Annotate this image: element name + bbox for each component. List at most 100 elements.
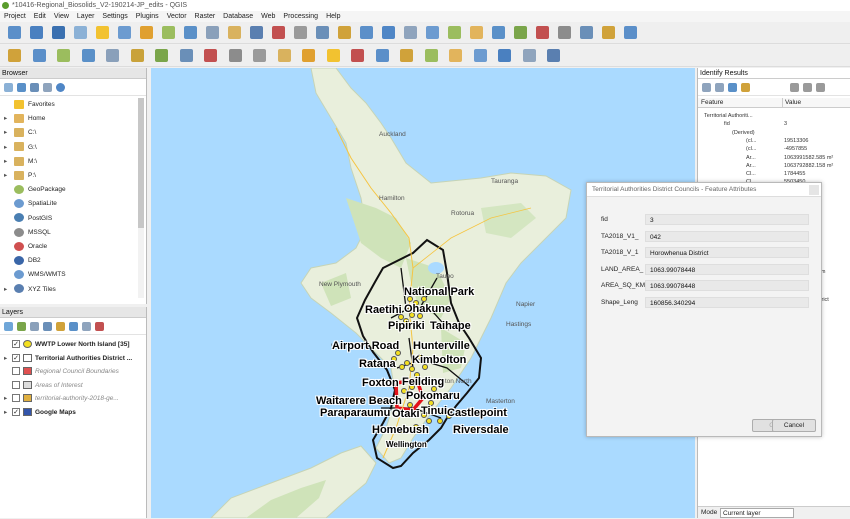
layer-visibility-checkbox[interactable] xyxy=(12,394,20,403)
toolbar-tool-icon[interactable] xyxy=(106,49,119,62)
browser-scrollbar[interactable] xyxy=(138,98,144,298)
toolbar-tool-icon[interactable] xyxy=(473,49,487,62)
expand-arrow-icon[interactable]: ▸ xyxy=(4,126,14,139)
collapse-all-layers-icon[interactable] xyxy=(82,322,91,331)
wwtp-point[interactable] xyxy=(409,366,415,372)
browser-item[interactable]: GeoPackage xyxy=(4,183,66,196)
filter-icon[interactable] xyxy=(30,83,39,92)
toolbar-tool-icon[interactable] xyxy=(8,49,21,62)
attribute-value-field[interactable]: 1063.99078448 xyxy=(645,263,809,275)
browser-item[interactable]: ▸ P:\ xyxy=(4,169,36,182)
toolbar-tool-icon[interactable] xyxy=(514,26,527,39)
toolbar-tool-icon[interactable] xyxy=(382,26,395,39)
browser-item[interactable]: ▸ C:\ xyxy=(4,126,36,139)
layer-visibility-checkbox[interactable]: ✓ xyxy=(12,353,20,362)
copy-feature-icon[interactable] xyxy=(790,83,799,92)
toolbar-tool-icon[interactable] xyxy=(130,49,144,62)
add-layer-icon[interactable] xyxy=(4,83,13,92)
collapse-tree-icon[interactable] xyxy=(715,83,724,92)
attribute-value-field[interactable]: 3 xyxy=(645,214,809,225)
browser-item[interactable]: WMS/WMTS xyxy=(4,268,66,281)
toolbar-tool-icon[interactable] xyxy=(228,26,241,39)
browser-item[interactable]: ▸ G:\ xyxy=(4,141,37,154)
expand-arrow-icon[interactable]: ▸ xyxy=(4,283,14,296)
toolbar-tool-icon[interactable] xyxy=(32,49,46,62)
identify-feature-cell[interactable]: (cl... xyxy=(746,137,756,145)
identify-feature-cell[interactable]: (Derived) xyxy=(732,129,755,137)
layer-item[interactable]: ▸ territorial-authority-2018-ge... xyxy=(4,393,119,405)
menu-item[interactable]: Raster xyxy=(191,11,220,22)
toolbar-tool-icon[interactable] xyxy=(522,49,536,62)
toolbar-tool-icon[interactable] xyxy=(81,49,95,62)
refresh-icon[interactable] xyxy=(17,83,26,92)
toolbar-tool-icon[interactable] xyxy=(155,49,168,62)
browser-item[interactable]: Oracle xyxy=(4,240,47,253)
dialog-close-icon[interactable] xyxy=(809,185,819,195)
layer-filter-icon[interactable] xyxy=(43,322,52,331)
wwtp-point[interactable] xyxy=(404,360,410,366)
browser-item[interactable]: ▸ XYZ Tiles xyxy=(4,283,56,296)
menu-item[interactable]: Layer xyxy=(73,11,99,22)
toolbar-tool-icon[interactable] xyxy=(375,49,389,62)
collapse-all-icon[interactable] xyxy=(43,83,52,92)
toolbar-tool-icon[interactable] xyxy=(547,49,560,62)
expand-arrow-icon[interactable]: ▸ xyxy=(4,393,12,405)
toolbar-tool-icon[interactable] xyxy=(536,26,549,39)
info-icon[interactable] xyxy=(56,83,65,92)
toolbar-tool-icon[interactable] xyxy=(277,49,291,62)
toolbar-tool-icon[interactable] xyxy=(449,49,462,62)
expand-arrow-icon[interactable]: ▸ xyxy=(4,155,14,168)
toolbar-tool-icon[interactable] xyxy=(250,26,263,39)
menu-item[interactable]: View xyxy=(50,11,73,22)
add-group-icon[interactable] xyxy=(17,322,26,331)
toolbar-tool-icon[interactable] xyxy=(96,26,109,39)
toolbar-tool-icon[interactable] xyxy=(338,26,351,39)
identify-feature-cell[interactable]: Ar... xyxy=(746,154,756,162)
browser-item[interactable]: DB2 xyxy=(4,254,41,267)
menu-item[interactable]: Edit xyxy=(30,11,50,22)
menu-item[interactable]: Settings xyxy=(98,11,131,22)
toolbar-tool-icon[interactable] xyxy=(316,26,329,39)
toolbar-tool-icon[interactable] xyxy=(580,26,593,39)
toolbar-tool-icon[interactable] xyxy=(162,26,175,39)
menu-item[interactable]: Processing xyxy=(279,11,322,22)
toolbar-tool-icon[interactable] xyxy=(602,26,615,39)
menu-item[interactable]: Help xyxy=(322,11,344,22)
expand-all-icon[interactable] xyxy=(69,322,78,331)
toolbar-tool-icon[interactable] xyxy=(326,49,340,62)
expand-arrow-icon[interactable]: ▸ xyxy=(4,169,14,182)
menu-item[interactable]: Plugins xyxy=(132,11,163,22)
menu-item[interactable]: Project xyxy=(0,11,30,22)
print-icon[interactable] xyxy=(803,83,812,92)
toolbar-tool-icon[interactable] xyxy=(424,49,438,62)
layer-visibility-checkbox[interactable] xyxy=(12,380,20,389)
mode-select[interactable]: Current layer xyxy=(720,508,794,518)
identify-feature-cell[interactable]: Territorial Authoriti... xyxy=(704,112,753,120)
toolbar-tool-icon[interactable] xyxy=(302,49,315,62)
layer-item[interactable]: ▸ ✓ Google Maps xyxy=(4,407,76,419)
layer-item[interactable]: Areas of Interest xyxy=(4,380,83,392)
toolbar-tool-icon[interactable] xyxy=(624,26,637,39)
toolbar-tool-icon[interactable] xyxy=(426,26,439,39)
menu-item[interactable]: Vector xyxy=(163,11,191,22)
clear-results-icon[interactable] xyxy=(741,83,750,92)
toolbar-tool-icon[interactable] xyxy=(30,26,43,39)
attribute-value-field[interactable]: 160856.340294 xyxy=(645,297,809,308)
browser-item[interactable]: MSSQL xyxy=(4,226,51,239)
toolbar-tool-icon[interactable] xyxy=(52,26,65,39)
toolbar-tool-icon[interactable] xyxy=(448,26,461,39)
toolbar-tool-icon[interactable] xyxy=(470,26,483,39)
identify-feature-cell[interactable]: Ar... xyxy=(746,162,756,170)
layer-visibility-checkbox[interactable] xyxy=(12,367,20,376)
toolbar-tool-icon[interactable] xyxy=(404,26,417,39)
toolbar-tool-icon[interactable] xyxy=(400,49,413,62)
expand-tree-icon[interactable] xyxy=(702,83,711,92)
select-features-icon[interactable] xyxy=(816,83,825,92)
attribute-value-field[interactable]: 1063.99078448 xyxy=(645,280,809,292)
identify-feature-cell[interactable]: fid xyxy=(724,120,730,128)
toolbar-tool-icon[interactable] xyxy=(74,26,87,39)
layer-visibility-checkbox[interactable]: ✓ xyxy=(12,407,20,416)
toolbar-tool-icon[interactable] xyxy=(294,26,307,39)
identify-feature-cell[interactable]: Cl... xyxy=(746,170,756,178)
toolbar-tool-icon[interactable] xyxy=(228,49,242,62)
